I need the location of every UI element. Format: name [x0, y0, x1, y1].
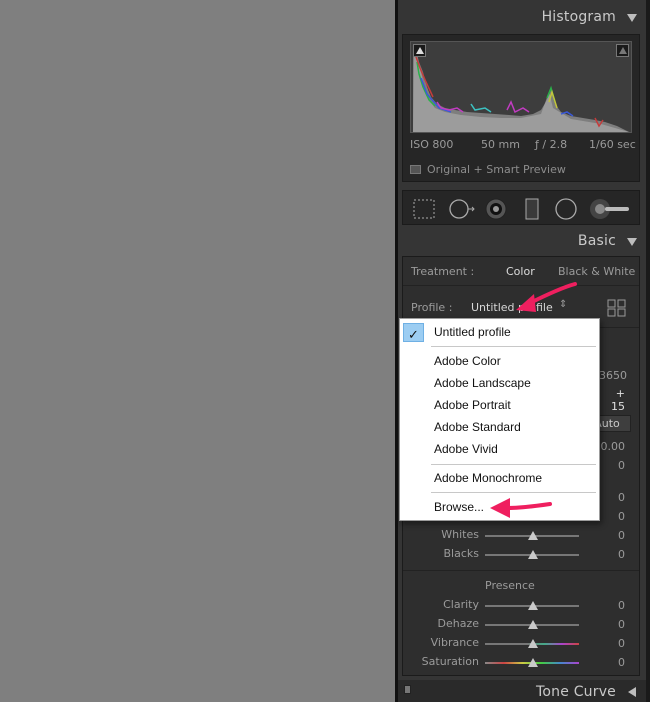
focal-length-readout: 50 mm — [481, 138, 520, 151]
vibrance-value[interactable]: 0 — [603, 637, 625, 650]
basic-header[interactable]: Basic — [398, 226, 646, 256]
highlight-clipping-toggle[interactable] — [616, 44, 629, 57]
profile-menu-item[interactable]: Adobe Standard — [401, 416, 598, 438]
treatment-bw-button[interactable]: Black & White — [558, 265, 635, 278]
shutter-readout: 1/60 sec — [589, 138, 636, 151]
profile-menu-item-label: Untitled profile — [434, 325, 511, 339]
profile-menu-item[interactable]: Adobe Landscape — [401, 372, 598, 394]
slider-thumb[interactable] — [528, 550, 538, 559]
exposure-value[interactable]: 0.00 — [599, 440, 626, 453]
menu-separator — [431, 464, 596, 465]
profile-menu-item[interactable]: Adobe Vivid — [401, 438, 598, 460]
blacks-value[interactable]: 0 — [603, 548, 625, 561]
preview-label: Original + Smart Preview — [427, 163, 566, 176]
red-eye-icon[interactable] — [483, 197, 509, 221]
blacks-track[interactable] — [485, 550, 579, 559]
vibrance-label: Vibrance — [430, 636, 479, 649]
menu-separator — [431, 346, 596, 347]
profile-label: Profile : — [411, 301, 453, 314]
expand-triangle-icon[interactable] — [628, 687, 636, 697]
spot-removal-icon[interactable] — [447, 197, 475, 221]
saturation-track[interactable] — [485, 658, 579, 667]
profile-menu-item[interactable]: Adobe Color — [401, 350, 598, 372]
annotation-arrow-icon — [516, 282, 577, 312]
profile-menu-item-untitled[interactable]: Untitled profile — [401, 321, 598, 346]
adjustment-brush-icon[interactable] — [589, 197, 633, 221]
temp-value[interactable]: 3650 — [599, 369, 627, 382]
crop-overlay-icon[interactable] — [411, 197, 437, 221]
profile-browser-icon[interactable] — [607, 299, 627, 317]
vibrance-track[interactable] — [485, 639, 579, 648]
dehaze-value[interactable]: 0 — [603, 618, 625, 631]
iso-readout: ISO 800 — [410, 138, 454, 151]
slider-thumb[interactable] — [528, 639, 538, 648]
blacks-label: Blacks — [443, 547, 480, 560]
slider-thumb[interactable] — [528, 531, 538, 540]
tool-strip — [402, 190, 640, 225]
histogram-header[interactable]: Histogram — [398, 2, 646, 32]
histogram-title: Histogram — [541, 9, 616, 25]
aperture-readout: ƒ / 2.8 — [535, 138, 568, 151]
smart-preview-status[interactable]: Original + Smart Preview — [410, 163, 566, 176]
tone-curve-title: Tone Curve — [536, 684, 616, 700]
highlights-value[interactable]: 0 — [599, 491, 625, 504]
histogram-panel: ISO 800 50 mm ƒ / 2.8 1/60 sec Original … — [402, 34, 640, 182]
panel-toggle-icon[interactable] — [404, 685, 411, 694]
clarity-label: Clarity — [443, 598, 479, 611]
basic-title: Basic — [577, 233, 616, 249]
preview-icon — [410, 165, 421, 174]
clarity-value[interactable]: 0 — [603, 599, 625, 612]
collapse-triangle-icon[interactable] — [627, 14, 637, 22]
radial-filter-icon[interactable] — [553, 197, 579, 221]
whites-label: Whites — [441, 528, 479, 541]
graduated-filter-icon[interactable] — [519, 197, 545, 221]
annotation-arrow-icon — [490, 498, 552, 518]
slider-thumb[interactable] — [528, 620, 538, 629]
divider — [403, 570, 639, 571]
image-canvas[interactable] — [0, 0, 395, 702]
check-icon — [403, 323, 424, 346]
saturation-value[interactable]: 0 — [603, 656, 625, 669]
clarity-track[interactable] — [485, 601, 579, 610]
histogram-curve — [413, 50, 629, 132]
treatment-color-button[interactable]: Color — [506, 265, 535, 278]
shadows-value[interactable]: 0 — [599, 510, 625, 523]
slider-thumb[interactable] — [528, 601, 538, 610]
tone-curve-header[interactable]: Tone Curve — [398, 680, 646, 702]
treatment-label: Treatment : — [411, 265, 475, 278]
whites-value[interactable]: 0 — [603, 529, 625, 542]
profile-menu: Untitled profile Adobe Color Adobe Lands… — [399, 318, 600, 521]
tint-value[interactable]: + 15 — [599, 387, 625, 413]
presence-heading: Presence — [485, 579, 535, 592]
histogram-graph[interactable] — [410, 41, 632, 133]
saturation-label: Saturation — [421, 655, 479, 668]
collapse-triangle-icon[interactable] — [627, 238, 637, 246]
whites-track[interactable] — [485, 531, 579, 540]
contrast-value[interactable]: 0 — [599, 459, 625, 472]
scrollbar[interactable] — [646, 0, 650, 702]
dehaze-track[interactable] — [485, 620, 579, 629]
dehaze-label: Dehaze — [437, 617, 480, 630]
profile-menu-item[interactable]: Adobe Portrait — [401, 394, 598, 416]
slider-thumb[interactable] — [528, 658, 538, 667]
shadow-clipping-toggle[interactable] — [413, 44, 426, 57]
profile-menu-item-monochrome[interactable]: Adobe Monochrome — [401, 467, 598, 489]
